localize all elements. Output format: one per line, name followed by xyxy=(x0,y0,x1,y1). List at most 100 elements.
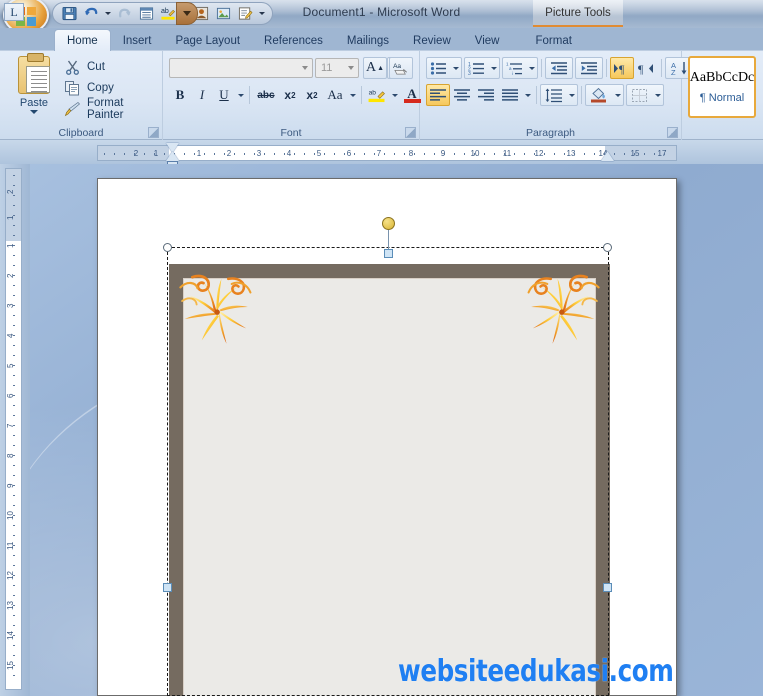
ruler-dot xyxy=(244,153,245,155)
vruler-dot xyxy=(13,345,15,346)
align-right-button[interactable] xyxy=(474,84,498,106)
vruler-dot xyxy=(13,295,15,296)
vruler-dot xyxy=(13,595,15,596)
copy-label: Copy xyxy=(87,82,114,94)
decrease-indent-icon xyxy=(551,61,567,74)
line-spacing-control xyxy=(540,84,578,106)
borders-caret[interactable] xyxy=(652,85,663,105)
align-center-button[interactable] xyxy=(450,84,474,106)
paragraph-divider-2 xyxy=(606,59,607,77)
multilevel-caret[interactable] xyxy=(526,58,537,78)
shading-button[interactable] xyxy=(586,84,612,106)
ruler-dot xyxy=(424,153,425,155)
svg-text:i: i xyxy=(512,71,513,76)
first-line-indent-marker[interactable] xyxy=(166,143,179,152)
paragraph-divider-5 xyxy=(581,86,582,104)
right-indent-marker[interactable] xyxy=(601,152,614,161)
italic-label: I xyxy=(199,87,205,102)
font-name-caret[interactable] xyxy=(297,59,312,77)
ruler-dot xyxy=(484,153,485,155)
font-name-combobox[interactable] xyxy=(169,58,313,78)
horizontal-ruler[interactable]: 2 1 1 2 3 4 5 6 7 8 9 10 11 12 13 14 15 17 xyxy=(97,145,677,161)
resize-handle-top-left[interactable] xyxy=(163,243,172,252)
grow-font-button[interactable]: A ▲ xyxy=(363,57,387,79)
bold-button[interactable]: B xyxy=(169,84,191,106)
resize-handle-middle-left[interactable] xyxy=(163,583,172,592)
vruler-dot xyxy=(13,375,15,376)
resize-handle-top-right[interactable] xyxy=(603,243,612,252)
document-workspace[interactable]: websiteedukasi.com xyxy=(30,164,763,696)
highlight-color-caret[interactable] xyxy=(389,85,400,105)
align-left-button[interactable] xyxy=(426,84,450,106)
hanging-indent-marker[interactable] xyxy=(166,152,179,161)
superscript-button[interactable]: x2 xyxy=(301,84,323,106)
window-title: Document1 - Microsoft Word xyxy=(302,5,461,19)
vruler-dot xyxy=(13,395,15,396)
subscript-button[interactable]: x2 xyxy=(279,84,301,106)
font-group-label: Font xyxy=(280,127,302,139)
resize-handle-middle-right[interactable] xyxy=(603,583,612,592)
vertical-ruler[interactable]: 2 1 1 2 3 4 5 6 7 8 9 10 11 12 13 14 15 xyxy=(5,168,22,690)
tab-view[interactable]: View xyxy=(463,30,512,51)
italic-button[interactable]: I xyxy=(191,84,213,106)
tab-review[interactable]: Review xyxy=(401,30,463,51)
tab-mailings[interactable]: Mailings xyxy=(335,30,401,51)
contextual-tab-picture-tools[interactable]: Picture Tools xyxy=(533,0,623,27)
tab-home[interactable]: Home xyxy=(54,29,111,51)
vruler-dot xyxy=(13,585,15,586)
ribbon-tab-strip: Home Insert Page Layout References Maili… xyxy=(0,28,763,51)
ruler-dot xyxy=(344,153,345,155)
multilevel-list-button[interactable]: 1ai xyxy=(503,57,526,79)
tab-format[interactable]: Format xyxy=(523,30,583,51)
bullet-list-icon xyxy=(430,61,446,75)
numbering-button[interactable]: 123 xyxy=(465,57,488,79)
format-painter-button[interactable]: Format Painter xyxy=(64,97,162,121)
decrease-indent-button[interactable] xyxy=(546,57,572,79)
decorative-frame-picture[interactable]: websiteedukasi.com xyxy=(169,264,674,696)
line-spacing-caret[interactable] xyxy=(566,85,577,105)
vruler-dot xyxy=(13,485,15,486)
underline-caret[interactable] xyxy=(235,85,246,105)
ruler-dot xyxy=(134,153,135,155)
text-highlight-color-button[interactable]: ab xyxy=(365,84,389,106)
clear-all-formatting-button[interactable]: Aa xyxy=(389,57,413,79)
style-normal-button[interactable]: AaBbCcDc ¶ Normal xyxy=(688,56,756,118)
tab-page-layout[interactable]: Page Layout xyxy=(163,30,252,51)
clipboard-dialog-launcher[interactable] xyxy=(148,127,159,138)
rotation-handle-stem xyxy=(388,229,389,251)
tab-references[interactable]: References xyxy=(252,30,335,51)
shading-caret[interactable] xyxy=(612,85,623,105)
tab-insert[interactable]: Insert xyxy=(111,30,164,51)
font-dialog-launcher[interactable] xyxy=(405,127,416,138)
copy-button[interactable]: Copy xyxy=(64,78,114,98)
font-size-combobox[interactable]: 11 xyxy=(315,58,359,78)
justify-caret[interactable] xyxy=(522,85,533,105)
rtl-text-direction-button[interactable]: ¶ xyxy=(634,57,658,79)
ltr-text-direction-button[interactable]: ¶ xyxy=(610,57,634,79)
bullets-button[interactable] xyxy=(427,57,450,79)
change-case-label: Aa xyxy=(327,87,343,102)
underline-button[interactable]: U xyxy=(213,84,235,106)
increase-indent-button[interactable] xyxy=(576,57,602,79)
cut-button[interactable]: Cut xyxy=(64,57,105,77)
resize-handle-top-center[interactable] xyxy=(384,249,393,258)
ruler-dot xyxy=(324,153,325,155)
paste-dropdown-caret[interactable] xyxy=(30,110,38,114)
paragraph-dialog-launcher[interactable] xyxy=(667,127,678,138)
line-spacing-button[interactable] xyxy=(541,84,566,106)
numbering-caret[interactable] xyxy=(488,58,499,78)
bullets-caret[interactable] xyxy=(450,58,461,78)
change-case-caret[interactable] xyxy=(347,85,358,105)
strikethrough-button[interactable]: abc xyxy=(253,84,279,106)
font-size-caret[interactable] xyxy=(343,59,358,77)
rotation-handle[interactable] xyxy=(382,217,395,230)
change-case-button[interactable]: Aa xyxy=(323,84,347,106)
justify-button[interactable] xyxy=(498,84,522,106)
tab-stop-selector[interactable]: L xyxy=(4,3,24,21)
borders-button[interactable] xyxy=(627,84,652,106)
ruler-dot xyxy=(114,153,115,155)
ruler-dot xyxy=(434,153,435,155)
vruler-dot xyxy=(13,475,15,476)
vruler-dot xyxy=(13,435,15,436)
paste-button[interactable]: Paste xyxy=(8,53,60,122)
